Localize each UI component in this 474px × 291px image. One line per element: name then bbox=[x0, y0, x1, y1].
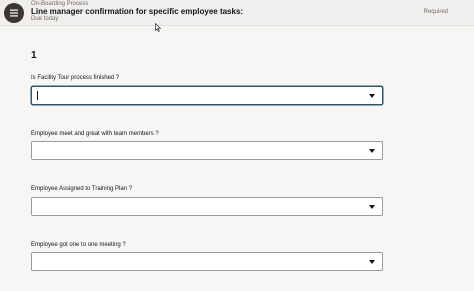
question-label-one-to-one: Employee got one to one meeting ? bbox=[31, 242, 126, 248]
training-plan-select[interactable] bbox=[31, 197, 383, 216]
chevron-down-icon[interactable] bbox=[369, 205, 375, 209]
due-date: Due today bbox=[31, 16, 59, 22]
mouse-pointer-icon bbox=[155, 23, 161, 32]
required-indicator: Required bbox=[423, 9, 448, 15]
section-number: 1 bbox=[31, 50, 37, 61]
chevron-down-icon[interactable] bbox=[369, 149, 375, 153]
question-label-training-plan: Employee Assigned to Training Plan ? bbox=[31, 186, 133, 192]
text-caret bbox=[37, 91, 38, 100]
one-to-one-select[interactable] bbox=[31, 252, 383, 271]
chevron-down-icon[interactable] bbox=[369, 260, 375, 264]
question-label-meet-team: Employee meet and great with team member… bbox=[31, 131, 159, 137]
facility-tour-select[interactable] bbox=[31, 86, 383, 105]
task-header: On-Boarding Process Line manager confirm… bbox=[0, 0, 474, 26]
question-label-facility-tour: Is Facility Tour process finished ? bbox=[31, 75, 120, 81]
chevron-down-icon[interactable] bbox=[369, 94, 375, 98]
task-menu-icon[interactable] bbox=[4, 3, 24, 23]
page-title: Line manager confirmation for specific e… bbox=[31, 7, 244, 16]
meet-team-select[interactable] bbox=[31, 141, 383, 160]
